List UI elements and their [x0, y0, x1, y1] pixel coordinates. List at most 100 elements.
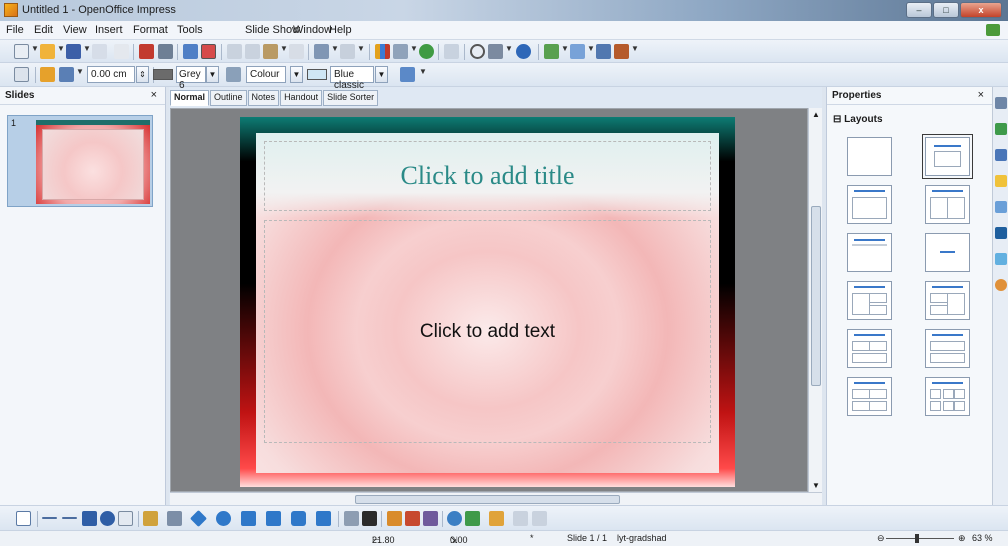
chevron-down-icon[interactable]: ▼ — [587, 44, 595, 53]
area-color-field[interactable]: Blue classic — [330, 66, 374, 91]
copy-icon[interactable] — [245, 44, 260, 59]
zoom-out-icon[interactable]: ⊖ — [877, 533, 885, 544]
glue-points-icon[interactable] — [362, 511, 377, 526]
area-color-dropdown[interactable]: ▼ — [375, 66, 388, 83]
layout-title-only[interactable] — [847, 233, 892, 272]
sidebar-menu-icon[interactable] — [995, 97, 1007, 109]
body-placeholder[interactable]: Click to add text — [264, 220, 711, 443]
chevron-down-icon[interactable]: ▼ — [419, 67, 427, 76]
layout-title-six-content[interactable] — [925, 377, 970, 416]
area-style-field[interactable]: Colour — [246, 66, 286, 83]
email-icon[interactable] — [92, 44, 107, 59]
menu-insert[interactable]: Insert — [95, 24, 123, 36]
new-document-icon[interactable] — [14, 44, 29, 59]
ellipse-tool-icon[interactable] — [100, 511, 115, 526]
master-pages-tab-icon[interactable] — [995, 149, 1007, 161]
title-placeholder[interactable]: Click to add title — [264, 141, 711, 211]
print-icon[interactable] — [158, 44, 173, 59]
layout-blank[interactable] — [847, 137, 892, 176]
autospellcheck-icon[interactable] — [201, 44, 216, 59]
slide-transition-tab-icon[interactable] — [995, 201, 1007, 213]
chevron-down-icon[interactable]: ▼ — [331, 44, 339, 53]
undo-icon[interactable] — [314, 44, 329, 59]
horizontal-scrollbar[interactable] — [170, 492, 822, 505]
fontwork-icon[interactable] — [387, 511, 402, 526]
zoom-slider[interactable] — [886, 538, 954, 539]
slides-pane-close-icon[interactable]: × — [151, 89, 157, 101]
shadow-icon[interactable] — [400, 67, 415, 82]
slide-show-icon[interactable] — [614, 44, 629, 59]
extrusion-icon[interactable] — [513, 511, 528, 526]
display-grid-icon[interactable] — [419, 44, 434, 59]
clone-formatting-icon[interactable] — [289, 44, 304, 59]
menu-slide-show[interactable]: Slide Show — [245, 24, 300, 36]
arrow-line-tool-icon[interactable] — [62, 517, 77, 519]
menu-format[interactable]: Format — [133, 24, 168, 36]
save-icon[interactable] — [66, 44, 81, 59]
line-icon[interactable] — [40, 67, 55, 82]
layout-title-content-over-content[interactable] — [925, 329, 970, 368]
from-file-icon[interactable] — [405, 511, 420, 526]
chevron-down-icon[interactable]: ▼ — [631, 44, 639, 53]
menu-view[interactable]: View — [63, 24, 87, 36]
layout-title-two-content-right[interactable] — [925, 281, 970, 320]
menu-tools[interactable]: Tools — [177, 24, 203, 36]
select-pointer-icon[interactable] — [16, 511, 31, 526]
export-pdf-icon[interactable] — [139, 44, 154, 59]
navigator-tab-icon[interactable] — [995, 279, 1007, 291]
grid-icon[interactable] — [444, 44, 459, 59]
line-color-field[interactable]: Grey 6 — [176, 66, 206, 91]
vertical-scrollbar[interactable]: ▲ ▼ — [808, 108, 822, 492]
menu-help[interactable]: Help — [329, 24, 352, 36]
tab-handout[interactable]: Handout — [280, 90, 323, 106]
gallery-icon[interactable] — [423, 511, 438, 526]
table-icon[interactable] — [393, 44, 408, 59]
layout-title-content-wide[interactable] — [847, 185, 892, 224]
styles-tab-icon[interactable] — [995, 227, 1007, 239]
style-icon[interactable] — [14, 67, 29, 82]
spellcheck-icon[interactable] — [183, 44, 198, 59]
chevron-down-icon[interactable]: ▼ — [280, 44, 288, 53]
shadow-toggle-icon[interactable] — [532, 511, 547, 526]
chevron-down-icon[interactable]: ▼ — [57, 44, 65, 53]
slide-layout-icon[interactable] — [570, 44, 585, 59]
alignment-icon[interactable] — [465, 511, 480, 526]
vertical-scroll-thumb[interactable] — [811, 206, 821, 386]
zoom-in-icon[interactable]: ⊕ — [958, 533, 966, 544]
line-color-dropdown[interactable]: ▼ — [206, 66, 219, 83]
slides-pane-splitter[interactable] — [166, 87, 169, 505]
custom-animation-tab-icon[interactable] — [995, 175, 1007, 187]
help-icon[interactable] — [516, 44, 531, 59]
text-tool-icon[interactable] — [118, 511, 133, 526]
rectangle-tool-icon[interactable] — [82, 511, 97, 526]
zoom-icon[interactable] — [488, 44, 503, 59]
connector-tool-icon[interactable] — [167, 511, 182, 526]
arrange-icon[interactable] — [489, 511, 504, 526]
slide[interactable]: Click to add title Click to add text — [240, 117, 735, 487]
minimize-button[interactable]: – — [906, 2, 932, 18]
open-folder-icon[interactable] — [40, 44, 55, 59]
area-icon[interactable] — [226, 67, 241, 82]
start-center-icon[interactable] — [986, 24, 1000, 36]
zoom-slider-handle[interactable] — [915, 534, 919, 543]
stars-icon[interactable] — [316, 511, 331, 526]
area-style-dropdown[interactable]: ▼ — [290, 66, 303, 83]
chevron-down-icon[interactable]: ▼ — [76, 67, 84, 76]
cut-icon[interactable] — [227, 44, 242, 59]
slide-design-icon[interactable] — [596, 44, 611, 59]
layout-title-content[interactable] — [922, 134, 973, 179]
callouts-icon[interactable] — [291, 511, 306, 526]
edit-file-icon[interactable] — [114, 44, 129, 59]
points-icon[interactable] — [344, 511, 359, 526]
navigator-icon[interactable] — [470, 44, 485, 59]
chart-icon[interactable] — [375, 44, 390, 59]
layout-centered-text[interactable] — [925, 233, 970, 272]
block-arrows-icon[interactable] — [241, 511, 256, 526]
flowchart-icon[interactable] — [266, 511, 281, 526]
chevron-down-icon[interactable]: ▼ — [561, 44, 569, 53]
chevron-down-icon[interactable]: ▼ — [31, 44, 39, 53]
layout-title-two-content[interactable] — [925, 185, 970, 224]
tab-slide-sorter[interactable]: Slide Sorter — [323, 90, 379, 106]
slide-icon[interactable] — [544, 44, 559, 59]
tab-outline[interactable]: Outline — [210, 90, 247, 106]
